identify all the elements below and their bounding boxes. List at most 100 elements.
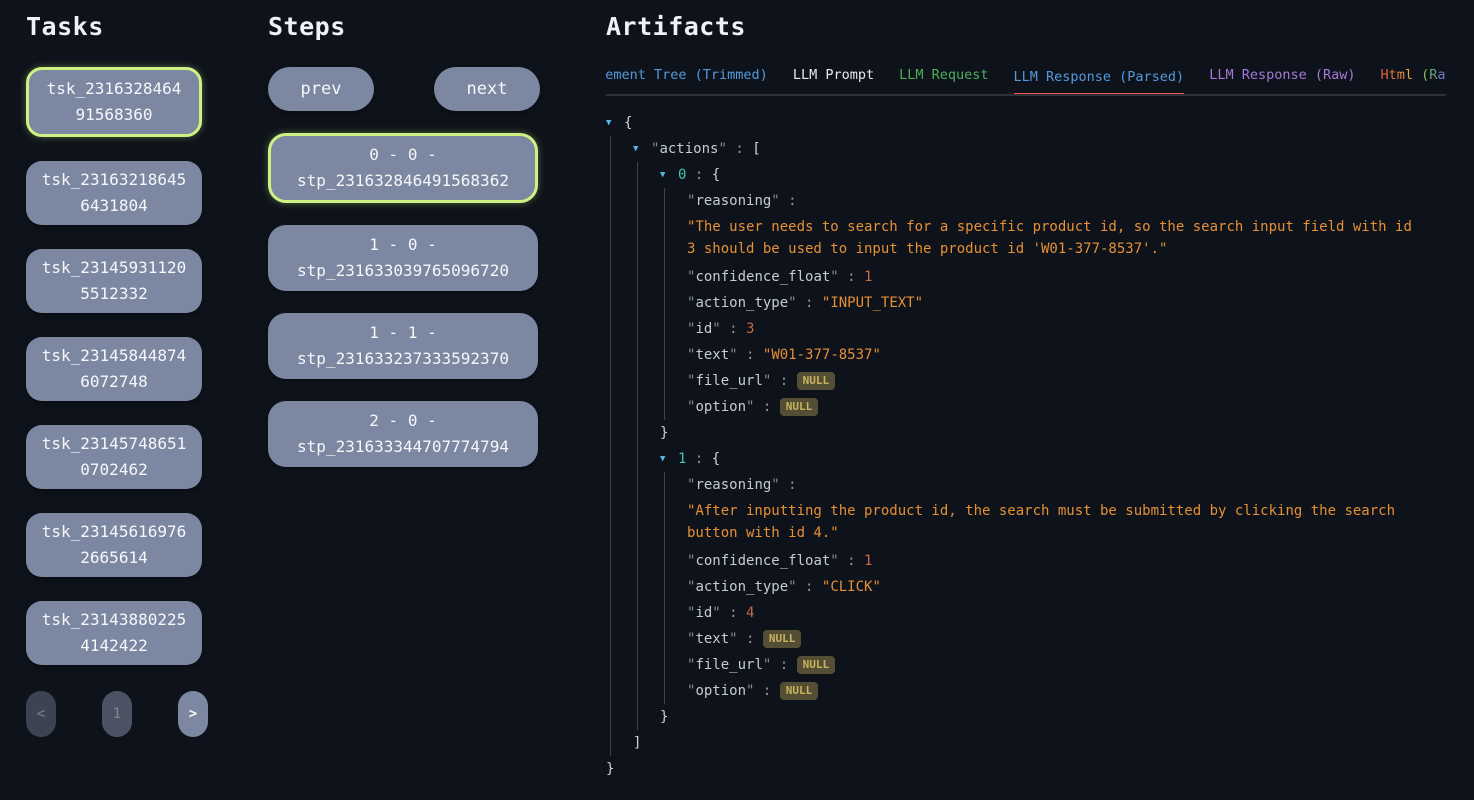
tab-llm-response-parsed[interactable]: LLM Response (Parsed) <box>1014 69 1185 96</box>
task-button[interactable]: tsk_231438802254142422 <box>26 601 202 665</box>
json-tree-row-content: } <box>660 420 668 446</box>
quote-mark: " <box>830 269 838 285</box>
json-tree-row-content: "reasoning" : <box>687 188 797 214</box>
json-tree-row-content: "After inputting the product id, the sea… <box>687 498 1427 548</box>
collapse-arrow-icon[interactable]: ▼ <box>606 110 624 136</box>
indent-guide <box>660 678 687 704</box>
json-key: confidence_float <box>695 553 830 569</box>
json-colon: : <box>727 141 752 157</box>
tab-llm-request[interactable]: LLM Request <box>899 67 988 94</box>
tab-html-raw[interactable]: Html (Raw) <box>1381 67 1447 94</box>
indent-guide <box>633 600 660 626</box>
json-tree-row: "file_url" : NULL <box>606 368 1446 394</box>
json-colon: : <box>686 167 711 183</box>
indent-guide <box>633 162 660 188</box>
indent-guide <box>606 730 633 756</box>
tab-element-tree-trimmed[interactable]: Element Tree (Trimmed) <box>606 67 768 94</box>
json-number-value: 4 <box>746 605 754 621</box>
step-label-line2: stp_231632846491568362 <box>297 168 509 194</box>
indent-guide <box>660 188 687 214</box>
json-key: text <box>695 347 729 363</box>
steps-title: Steps <box>268 12 540 41</box>
next-button[interactable]: next <box>434 67 540 111</box>
json-tree-viewer: ▼{▼"actions" : [▼0 : {"reasoning" :"The … <box>606 110 1446 782</box>
indent-guide <box>606 626 633 652</box>
json-bracket: { <box>624 115 632 131</box>
quote-mark: " <box>729 347 737 363</box>
indent-guide <box>633 678 660 704</box>
json-number-value: 1 <box>864 269 872 285</box>
prev-button[interactable]: prev <box>268 67 374 111</box>
indent-guide <box>606 136 633 162</box>
task-button[interactable]: tsk_231632186456431804 <box>26 161 202 225</box>
task-button[interactable]: tsk_231459311205512332 <box>26 249 202 313</box>
task-button[interactable]: tsk_231456169762665614 <box>26 513 202 577</box>
json-key: reasoning <box>695 193 771 209</box>
step-label-line2: stp_231633039765096720 <box>297 258 509 284</box>
quote-mark: " <box>788 295 796 311</box>
collapse-arrow-icon[interactable]: ▼ <box>633 136 651 162</box>
json-string-value: "The user needs to search for a specific… <box>687 219 1420 257</box>
json-tree-row: "confidence_float" : 1 <box>606 548 1446 574</box>
json-tree-row-content: "file_url" : NULL <box>687 368 835 394</box>
json-key: action_type <box>695 579 788 595</box>
page-next-button[interactable]: > <box>178 691 208 737</box>
tab-llm-prompt[interactable]: LLM Prompt <box>793 67 874 94</box>
indent-guide <box>633 498 660 548</box>
json-colon: : <box>839 553 864 569</box>
steps-panel: Steps prev next 0 - 0 -stp_2316328464915… <box>268 0 540 467</box>
json-tree-row: ▼0 : { <box>606 162 1446 188</box>
json-bracket: [ <box>752 141 760 157</box>
indent-guide <box>633 574 660 600</box>
tab-llm-response-raw[interactable]: LLM Response (Raw) <box>1209 67 1355 94</box>
json-tree-row: "id" : 3 <box>606 316 1446 342</box>
json-tree-row-content: "id" : 4 <box>687 600 754 626</box>
json-key: reasoning <box>695 477 771 493</box>
json-tree-row: } <box>606 756 1446 782</box>
page-number-button[interactable]: 1 <box>102 691 132 737</box>
json-colon: : <box>771 657 796 673</box>
step-list: 0 - 0 -stp_231632846491568362 1 - 0 -stp_… <box>268 133 540 467</box>
indent-guide <box>606 498 633 548</box>
indent-guide <box>606 548 633 574</box>
json-bracket: { <box>712 451 720 467</box>
page-prev-button[interactable]: < <box>26 691 56 737</box>
indent-guide <box>633 290 660 316</box>
json-tree-row-content: "actions" : [ <box>651 136 761 162</box>
json-number-value: 1 <box>864 553 872 569</box>
indent-guide <box>606 394 633 420</box>
indent-guide <box>633 394 660 420</box>
step-button[interactable]: 2 - 0 -stp_231633344707774794 <box>268 401 538 467</box>
indent-guide <box>660 472 687 498</box>
collapse-arrow-icon[interactable]: ▼ <box>660 162 678 188</box>
step-button[interactable]: 0 - 0 -stp_231632846491568362 <box>268 133 538 203</box>
indent-guide <box>633 188 660 214</box>
collapse-arrow-icon[interactable]: ▼ <box>660 446 678 472</box>
json-tree-row: "reasoning" : <box>606 472 1446 498</box>
indent-guide <box>633 420 660 446</box>
json-key: option <box>695 399 746 415</box>
indent-guide <box>606 704 633 730</box>
quote-mark: " <box>729 631 737 647</box>
json-bracket: } <box>660 709 668 725</box>
json-tree-row: ▼{ <box>606 110 1446 136</box>
task-button[interactable]: tsk_231458448746072748 <box>26 337 202 401</box>
json-tree-row-content: "id" : 3 <box>687 316 754 342</box>
json-tree-row-content: 1 : { <box>678 446 720 472</box>
task-button[interactable]: tsk_231457486510702462 <box>26 425 202 489</box>
json-tree-row-content: "action_type" : "INPUT_TEXT" <box>687 290 923 316</box>
json-string-value: "INPUT_TEXT" <box>822 295 923 311</box>
null-badge: NULL <box>780 682 819 700</box>
task-button[interactable]: tsk_231632846491568360 <box>26 67 202 137</box>
indent-guide <box>660 290 687 316</box>
indent-guide <box>660 394 687 420</box>
json-colon: : <box>721 605 746 621</box>
json-string-value: "CLICK" <box>822 579 881 595</box>
json-key: confidence_float <box>695 269 830 285</box>
json-key: file_url <box>695 373 762 389</box>
json-tree-row: "The user needs to search for a specific… <box>606 214 1446 264</box>
step-button[interactable]: 1 - 0 -stp_231633039765096720 <box>268 225 538 291</box>
indent-guide <box>606 316 633 342</box>
json-tree-row-content: "confidence_float" : 1 <box>687 548 872 574</box>
step-button[interactable]: 1 - 1 -stp_231633237333592370 <box>268 313 538 379</box>
